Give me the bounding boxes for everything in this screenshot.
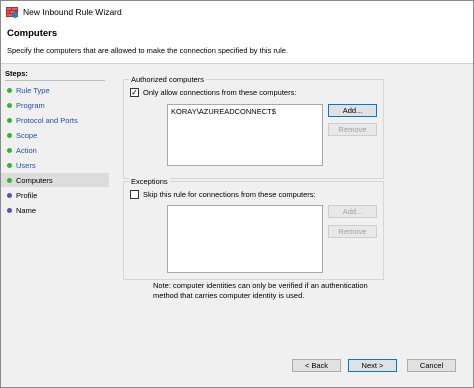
authentication-note: Note: computer identities can only be ve…: [153, 281, 368, 301]
step-name: Name: [1, 203, 109, 217]
step-computers[interactable]: Computers: [1, 173, 109, 187]
step-done-icon: [7, 162, 12, 168]
checkbox-label: Skip this rule for connections from thes…: [143, 190, 316, 199]
step-users[interactable]: Users: [1, 158, 109, 172]
page-title: Computers: [7, 28, 58, 39]
step-label: Profile: [16, 190, 38, 200]
authorized-computers-list[interactable]: KORAY\AZUREADCONNECT$: [167, 104, 323, 166]
step-label: Program: [16, 100, 45, 110]
cancel-button[interactable]: Cancel: [407, 359, 456, 372]
remove-authorized-button[interactable]: Remove: [328, 123, 377, 136]
step-done-icon: [7, 132, 12, 138]
step-pending-icon: [7, 192, 12, 198]
list-item[interactable]: KORAY\AZUREADCONNECT$: [171, 107, 276, 116]
step-pending-icon: [7, 207, 12, 213]
step-label: Scope: [16, 130, 38, 140]
step-action[interactable]: Action: [1, 143, 109, 157]
wizard-window: New Inbound Rule Wizard Computers Specif…: [0, 0, 474, 388]
note-line-1: Note: computer identities can only be ve…: [153, 281, 368, 290]
step-protocol-and-ports[interactable]: Protocol and Ports: [1, 113, 109, 127]
step-label: Action: [16, 145, 37, 155]
add-exception-button[interactable]: Add...: [328, 205, 377, 218]
note-line-2: method that carries computer identity is…: [153, 291, 305, 300]
checkbox-label: Only allow connections from these comput…: [143, 88, 297, 97]
step-profile: Profile: [1, 188, 109, 202]
step-label: Users: [16, 160, 36, 170]
skip-rule-checkbox-row[interactable]: Skip this rule for connections from thes…: [130, 190, 316, 199]
step-label: Computers: [16, 175, 53, 185]
back-button[interactable]: < Back: [292, 359, 341, 372]
group-label: Authorized computers: [129, 75, 206, 84]
firewall-rule-icon: [6, 7, 18, 18]
step-label: Rule Type: [16, 85, 50, 95]
only-allow-checkbox[interactable]: ✓: [130, 88, 139, 97]
step-done-icon: [7, 117, 12, 123]
exceptions-group: Exceptions Skip this rule for connection…: [123, 177, 384, 280]
exceptions-list[interactable]: [167, 205, 323, 273]
next-button[interactable]: Next >: [348, 359, 397, 372]
add-authorized-button[interactable]: Add...: [328, 104, 377, 117]
title-bar: New Inbound Rule Wizard: [1, 1, 473, 23]
step-scope[interactable]: Scope: [1, 128, 109, 142]
step-label: Protocol and Ports: [16, 115, 78, 125]
remove-exception-button[interactable]: Remove: [328, 225, 377, 238]
authorized-computers-group: Authorized computers ✓ Only allow connec…: [123, 75, 384, 179]
steps-sidebar: Steps: Rule Type Program Protocol and Po…: [1, 65, 109, 387]
group-label: Exceptions: [129, 177, 170, 186]
step-program[interactable]: Program: [1, 98, 109, 112]
step-rule-type[interactable]: Rule Type: [1, 83, 109, 97]
step-done-icon: [7, 147, 12, 153]
skip-rule-checkbox[interactable]: [130, 190, 139, 199]
step-label: Name: [16, 205, 37, 215]
step-done-icon: [7, 102, 12, 108]
steps-divider: [5, 80, 105, 81]
window-title: New Inbound Rule Wizard: [23, 7, 122, 17]
only-allow-checkbox-row[interactable]: ✓ Only allow connections from these comp…: [130, 88, 296, 97]
wizard-content: Authorized computers ✓ Only allow connec…: [111, 65, 473, 387]
steps-label: Steps:: [5, 69, 28, 78]
step-current-icon: [7, 177, 12, 183]
page-description: Specify the computers that are allowed t…: [7, 46, 288, 55]
step-done-icon: [7, 87, 12, 93]
wizard-header: Computers Specify the computers that are…: [1, 23, 473, 64]
